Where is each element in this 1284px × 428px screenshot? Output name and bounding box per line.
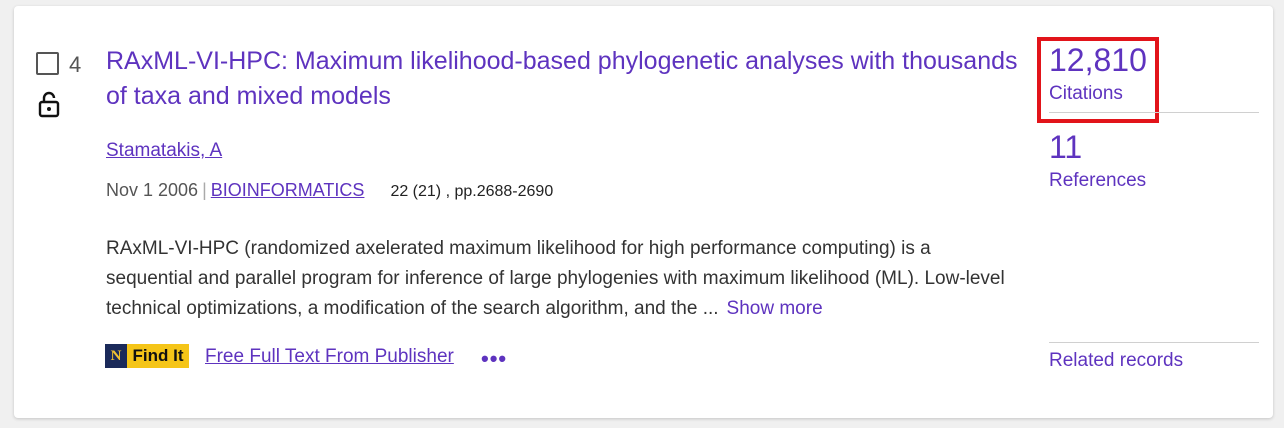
metrics-divider xyxy=(1049,112,1259,113)
references-count[interactable]: 11 xyxy=(1049,129,1082,166)
unlocked-padlock-icon xyxy=(38,91,60,118)
select-record-checkbox[interactable] xyxy=(36,52,59,75)
publication-info: Nov 1 2006 | BIOINFORMATICS 22 (21) , pp.26… xyxy=(106,180,553,201)
show-more-button[interactable]: Show more xyxy=(727,298,823,319)
free-full-text-link[interactable]: Free Full Text From Publisher xyxy=(205,346,454,368)
references-label[interactable]: References xyxy=(1049,170,1146,192)
related-records-link[interactable]: Related records xyxy=(1049,350,1183,372)
journal-link[interactable]: BIOINFORMATICS xyxy=(211,180,365,200)
more-options-icon[interactable]: ••• xyxy=(481,346,507,372)
find-it-logo-icon: N xyxy=(105,344,127,368)
abstract-text: RAxML-VI-HPC (randomized axelerated maxi… xyxy=(106,238,1005,319)
citations-label[interactable]: Citations xyxy=(1049,83,1123,105)
record-number: 4 xyxy=(69,52,82,77)
find-it-label: Find It xyxy=(127,344,189,368)
related-divider xyxy=(1049,342,1259,343)
author-link[interactable]: Stamatakis, A xyxy=(106,140,222,162)
search-result-card: 4 RAxML-VI-HPC: Maximum likelihood-based… xyxy=(14,6,1273,418)
pubinfo-separator: | xyxy=(202,180,207,200)
publication-date: Nov 1 2006 xyxy=(106,180,199,200)
abstract-snippet: RAxML-VI-HPC (randomized axelerated maxi… xyxy=(106,234,1016,324)
citations-count[interactable]: 12,810 xyxy=(1049,42,1147,79)
find-it-button[interactable]: N Find It xyxy=(105,344,189,368)
record-title-link[interactable]: RAxML-VI-HPC: Maximum likelihood-based p… xyxy=(106,44,1026,114)
volume-pages: 22 (21) , pp.2688-2690 xyxy=(390,183,554,200)
